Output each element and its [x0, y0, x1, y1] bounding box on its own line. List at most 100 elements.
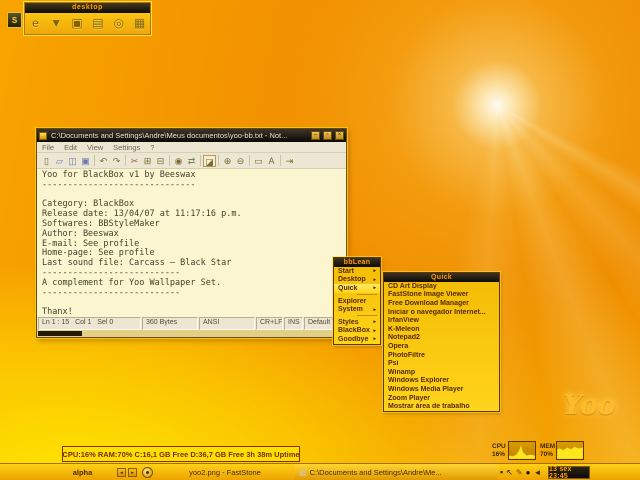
cd-icon[interactable]: ◎ — [110, 15, 127, 32]
toolbar-icon[interactable] — [249, 155, 250, 166]
tray-editor-icon[interactable]: ✎ — [516, 466, 523, 479]
scrollbar-thumb[interactable] — [38, 331, 82, 336]
close-button[interactable]: × — [335, 131, 344, 140]
menu-item-goodbye[interactable]: Goodbye ▸ — [334, 335, 380, 344]
menu-item-explorer[interactable]: Explorer — [334, 297, 380, 306]
window-icon — [39, 132, 47, 140]
toolbar-icon[interactable] — [218, 155, 219, 166]
font-icon[interactable]: A — [265, 155, 278, 167]
minimize-button[interactable]: – — [311, 131, 320, 140]
task-notepad2[interactable]: ▤ C:\Documents and Settings\Andre\Me... — [295, 464, 498, 480]
undo-icon[interactable]: ↶ — [97, 155, 110, 167]
tray-psi-icon[interactable]: ● — [526, 466, 531, 479]
bblean-menu: bbLean Start ▸ Desktop ▸ Quick ▸ — [333, 257, 381, 345]
quick-item-faststone[interactable]: FastStone Image Viewer — [384, 291, 499, 300]
exit-icon[interactable]: ⇥ — [283, 155, 296, 167]
menu-bar-item[interactable]: Edit — [59, 143, 82, 152]
run-dialog-icon[interactable]: ▦ — [131, 15, 148, 32]
toolbar-icon[interactable] — [94, 155, 95, 166]
save-icon[interactable]: ▣ — [79, 155, 92, 167]
menu-item-quick[interactable]: Quick ▸ — [334, 284, 380, 293]
dock: desktop e▼▣▤◎▦ — [24, 2, 151, 35]
workspace-label[interactable]: alpha — [55, 464, 110, 480]
zoom-in-icon[interactable]: ⊕ — [221, 155, 234, 167]
new-file-icon[interactable]: ▯ — [40, 155, 53, 167]
menu-bar-item[interactable]: Settings — [108, 143, 145, 152]
submenu-arrow-icon: ▸ — [373, 319, 376, 325]
status-encoding: ANSI — [199, 317, 255, 330]
task-document-icon: ▤ — [299, 468, 307, 477]
quick-item-psi[interactable]: Psi — [384, 359, 499, 368]
quick-menu-items: CD Art Display FastStone Image Viewer Fr… — [384, 282, 499, 411]
tray-volume-icon[interactable]: ◄ — [533, 466, 541, 479]
quick-item-irfanview[interactable]: IrfanView — [384, 316, 499, 325]
next-workspace-button[interactable]: ▸ — [128, 468, 137, 477]
quick-item-fdm[interactable]: Free Download Manager — [384, 299, 499, 308]
documents-icon[interactable]: ▤ — [89, 15, 106, 32]
menu-bar-item[interactable]: View — [82, 143, 108, 152]
maximize-button[interactable]: ▫ — [323, 131, 332, 140]
submenu-arrow-icon: ▸ — [373, 307, 376, 313]
quick-item-photofiltre[interactable]: PhotoFiltre — [384, 351, 499, 360]
paste-icon[interactable]: ⊟ — [154, 155, 167, 167]
cpu-meter: CPU 16% — [492, 441, 536, 460]
quick-item-notepad2[interactable]: Notepad2 — [384, 334, 499, 343]
toolbar-icon[interactable] — [125, 155, 126, 166]
bblean-menu-items: Start ▸ Desktop ▸ Quick ▸ — [334, 267, 380, 344]
quick-item-show-desktop[interactable]: Mostrar área de trabalho — [384, 402, 499, 411]
prev-workspace-button[interactable]: ◂ — [117, 468, 126, 477]
internet-explorer-icon[interactable]: e — [27, 15, 44, 32]
taskbar-clock: 13 sex 23:45 — [548, 466, 590, 479]
quick-menu: Quick CD Art Display FastStone Image Vie… — [383, 272, 500, 412]
menu-item-desktop[interactable]: Desktop ▸ — [334, 276, 380, 285]
word-wrap-icon[interactable]: ▭ — [252, 155, 265, 167]
tray-app-icon[interactable]: ▪ — [500, 466, 503, 479]
dock-icon-row: e▼▣▤◎▦ — [25, 13, 150, 34]
quick-item-opera[interactable]: Opera — [384, 342, 499, 351]
title-bar[interactable]: C:\Documents and Settings\Andre\Meus doc… — [37, 129, 346, 142]
taskbar-clock-icon[interactable] — [142, 467, 153, 478]
zoom-out-icon[interactable]: ⊖ — [234, 155, 247, 167]
submenu-arrow-icon: ▸ — [373, 336, 376, 342]
style-button[interactable]: S — [7, 12, 22, 28]
quick-item-winamp[interactable]: Winamp — [384, 368, 499, 377]
horizontal-scrollbar[interactable] — [37, 330, 346, 337]
quick-item-kmeleon[interactable]: K-Meleon — [384, 325, 499, 334]
transparency-icon[interactable]: ◪ — [203, 155, 216, 167]
toolbar-icon[interactable] — [200, 155, 201, 166]
dock-title[interactable]: desktop — [25, 3, 150, 13]
status-eol: CR+LF — [256, 317, 283, 330]
display-icon[interactable]: ▣ — [69, 15, 86, 32]
menu-bar-item[interactable]: ? — [145, 143, 159, 152]
mem-meter: MEM 70% — [540, 441, 584, 460]
mem-graph — [556, 441, 584, 460]
task-faststone[interactable]: yoo2.png - FastStone — [160, 464, 290, 480]
archive-icon[interactable]: ▼ — [48, 15, 65, 32]
menu-item-styles[interactable]: Styles ▸ — [334, 318, 380, 327]
open-file-icon[interactable]: ▱ — [53, 155, 66, 167]
toolbar-icon[interactable] — [169, 155, 170, 166]
editor[interactable]: Yoo for BlackBox v1 by Beeswax----------… — [37, 169, 346, 317]
menu-item-start[interactable]: Start ▸ — [334, 267, 380, 276]
text-line: --------------------------- — [42, 289, 346, 299]
redo-icon[interactable]: ↷ — [110, 155, 123, 167]
cut-icon[interactable]: ✂ — [128, 155, 141, 167]
window-title: C:\Documents and Settings\Andre\Meus doc… — [49, 131, 308, 140]
submenu-arrow-icon: ▸ — [373, 268, 376, 274]
menu-item-blackbox[interactable]: BlackBox ▸ — [334, 327, 380, 336]
toolbar-icon[interactable] — [280, 155, 281, 166]
quick-item-windows-explorer[interactable]: Windows Explorer — [384, 377, 499, 386]
replace-icon[interactable]: ⇄ — [185, 155, 198, 167]
quick-item-wmp[interactable]: Windows Media Player — [384, 385, 499, 394]
find-icon[interactable]: ◉ — [172, 155, 185, 167]
menu-bar-item[interactable]: File — [37, 143, 59, 152]
menu-item-system[interactable]: System ▸ — [334, 305, 380, 314]
quick-item-zoom-player[interactable]: Zoom Player — [384, 394, 499, 403]
copy-icon[interactable]: ⊞ — [141, 155, 154, 167]
quick-item-cd-art-display[interactable]: CD Art Display — [384, 282, 499, 291]
tray-cursor-icon[interactable]: ↖ — [506, 466, 513, 479]
taskbar: alpha ◂▸ yoo2.png - FastStone ▤ C:\Docum… — [0, 463, 640, 480]
browse-icon[interactable]: ◫ — [66, 155, 79, 167]
text-line — [42, 298, 346, 308]
quick-item-internet[interactable]: Iniciar o navegador Internet... — [384, 308, 499, 317]
